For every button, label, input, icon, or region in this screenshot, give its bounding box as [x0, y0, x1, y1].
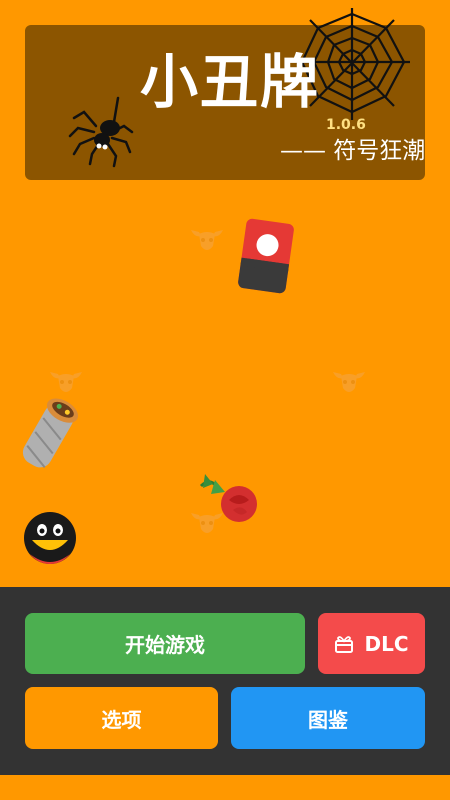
subtitle: —— 符号狂潮 [280, 138, 426, 164]
bottom-strip [0, 775, 450, 800]
start-game-button[interactable]: 开始游戏 [25, 613, 305, 674]
start-game-label: 开始游戏 [125, 633, 205, 657]
options-button[interactable]: 选项 [25, 687, 218, 749]
spider-icon [68, 96, 134, 168]
bull-skull-icon [191, 230, 223, 250]
black-emoji-face-icon [24, 512, 76, 564]
dlc-label: DLC [364, 631, 409, 656]
gift-icon [334, 634, 354, 654]
red-card-icon [238, 218, 294, 294]
gallery-label: 图鉴 [308, 707, 348, 732]
game-title: 小丑牌 [140, 48, 321, 116]
gallery-button[interactable]: 图鉴 [231, 687, 425, 749]
options-label: 选项 [101, 707, 142, 732]
version-label: 1.0.6 [326, 117, 366, 133]
rose-icon [199, 474, 257, 522]
bull-skull-icon [333, 372, 365, 392]
dlc-button[interactable]: DLC [318, 613, 425, 674]
bull-skull-icon [50, 372, 82, 392]
burrito-icon [22, 398, 79, 468]
